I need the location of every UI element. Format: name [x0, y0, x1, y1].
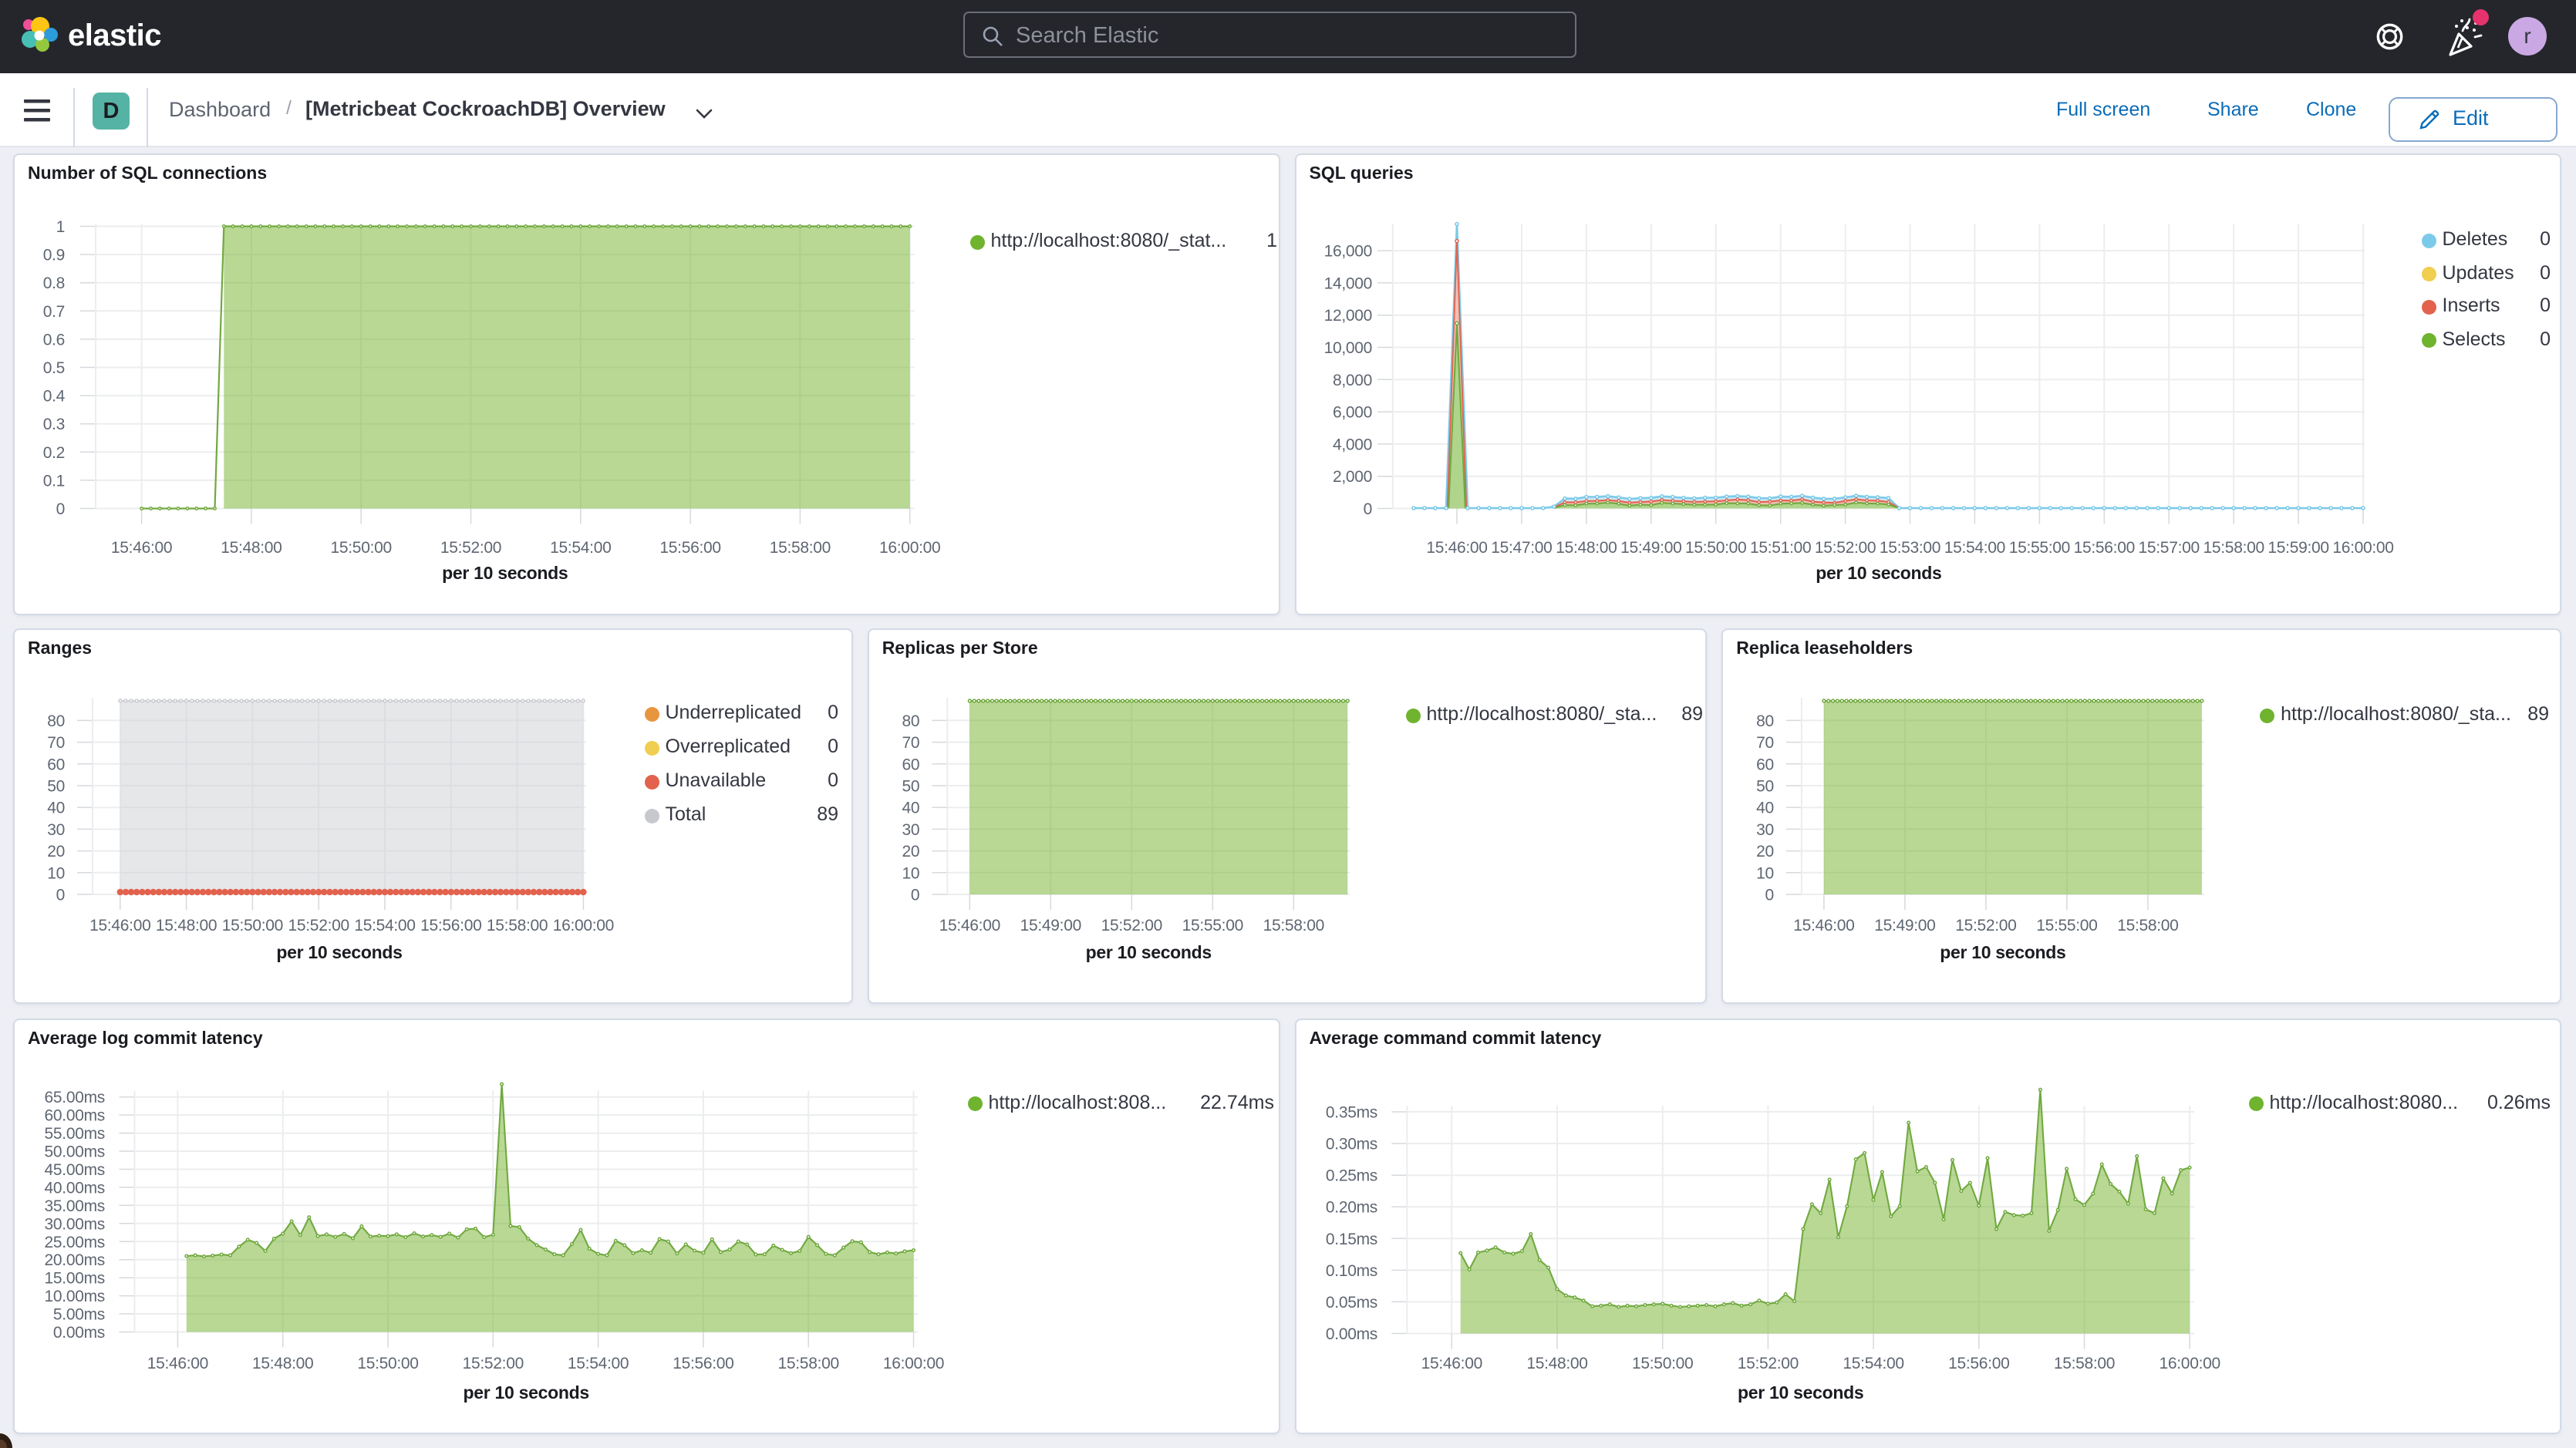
svg-text:15:48:00: 15:48:00 — [1526, 1355, 1587, 1372]
svg-text:0.10ms: 0.10ms — [1326, 1262, 1377, 1280]
svg-text:15:52:00: 15:52:00 — [1738, 1355, 1799, 1372]
svg-text:0.35ms: 0.35ms — [1326, 1104, 1377, 1122]
svg-text:0.25ms: 0.25ms — [1326, 1167, 1377, 1185]
svg-text:16:00:00: 16:00:00 — [2160, 1355, 2220, 1372]
svg-text:15:56:00: 15:56:00 — [1948, 1355, 2009, 1372]
svg-text:0.05ms: 0.05ms — [1326, 1294, 1377, 1312]
svg-text:15:54:00: 15:54:00 — [1843, 1355, 1903, 1372]
svg-text:0.30ms: 0.30ms — [1326, 1136, 1377, 1153]
svg-text:0.20ms: 0.20ms — [1326, 1199, 1377, 1217]
svg-text:15:58:00: 15:58:00 — [2054, 1355, 2115, 1372]
svg-text:0.15ms: 0.15ms — [1326, 1231, 1377, 1248]
svg-text:15:50:00: 15:50:00 — [1632, 1355, 1693, 1372]
svg-text:per 10 seconds: per 10 seconds — [1738, 1382, 1863, 1403]
svg-text:15:46:00: 15:46:00 — [1421, 1355, 1482, 1372]
svg-text:0.00ms: 0.00ms — [1326, 1325, 1377, 1343]
